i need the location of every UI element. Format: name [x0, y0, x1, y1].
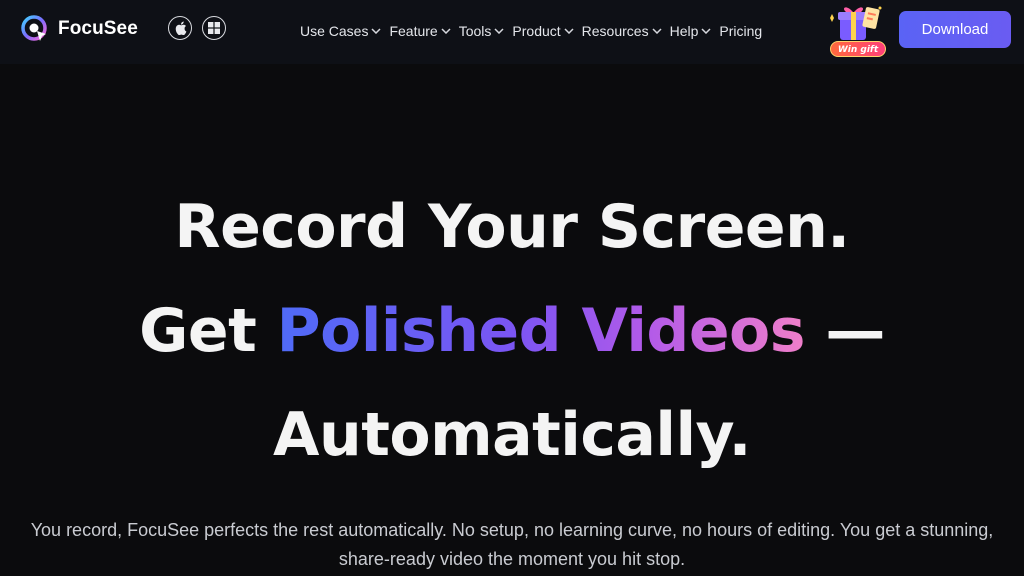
nav-item-feature[interactable]: Feature [389, 23, 451, 39]
nav-item-label: Pricing [719, 23, 763, 39]
hero-highlight-text: Polished Videos [276, 296, 806, 366]
gift-box-icon [830, 6, 882, 40]
windows-platform-icon[interactable] [202, 16, 226, 40]
nav-item-resources[interactable]: Resources [582, 23, 662, 39]
apple-platform-icon[interactable] [168, 16, 192, 40]
hero-headline-line-3: Automatically. [273, 400, 751, 470]
nav-item-tools[interactable]: Tools [459, 23, 505, 39]
nav-item-label: Use Cases [300, 23, 369, 39]
chevron-down-icon [652, 28, 662, 34]
win-gift-promo[interactable]: Win gift [826, 4, 888, 57]
nav-item-label: Tools [458, 23, 492, 39]
hero-section: Record Your Screen. Get Polished Videos … [0, 64, 1024, 576]
download-button[interactable]: Download [899, 11, 1011, 48]
nav-item-label: Product [512, 23, 561, 39]
nav-item-pricing[interactable]: Pricing [719, 23, 762, 39]
hero-line2-suffix: — [804, 296, 885, 366]
focusee-logo-icon [21, 15, 47, 41]
chevron-down-icon [701, 28, 711, 34]
brand-link[interactable]: FocuSee [20, 14, 138, 44]
hero-headline-line-2: Get Polished Videos — [0, 296, 1024, 366]
apple-icon [175, 21, 186, 35]
brand-name: FocuSee [58, 18, 138, 39]
windows-icon [208, 22, 220, 34]
hero-subtitle: You record, FocuSee perfects the rest au… [30, 520, 994, 569]
nav-item-label: Resources [581, 23, 649, 39]
nav-item-use-cases[interactable]: Use Cases [300, 23, 381, 39]
chevron-down-icon [494, 28, 504, 34]
main-nav: Use Cases Feature Tools Product Resource… [300, 20, 762, 42]
nav-item-label: Feature [389, 23, 438, 39]
chevron-down-icon [371, 28, 381, 34]
nav-item-help[interactable]: Help [670, 23, 712, 39]
chevron-down-icon [441, 28, 451, 34]
nav-item-product[interactable]: Product [512, 23, 574, 39]
top-navbar: FocuSee Use Cases Feature Tools Product [0, 0, 1024, 64]
hero-headline-line-1: Record Your Screen. [174, 192, 850, 262]
chevron-down-icon [564, 28, 574, 34]
win-gift-badge: Win gift [830, 41, 886, 57]
hero-line2-prefix: Get [139, 296, 277, 366]
nav-item-label: Help [669, 23, 699, 39]
